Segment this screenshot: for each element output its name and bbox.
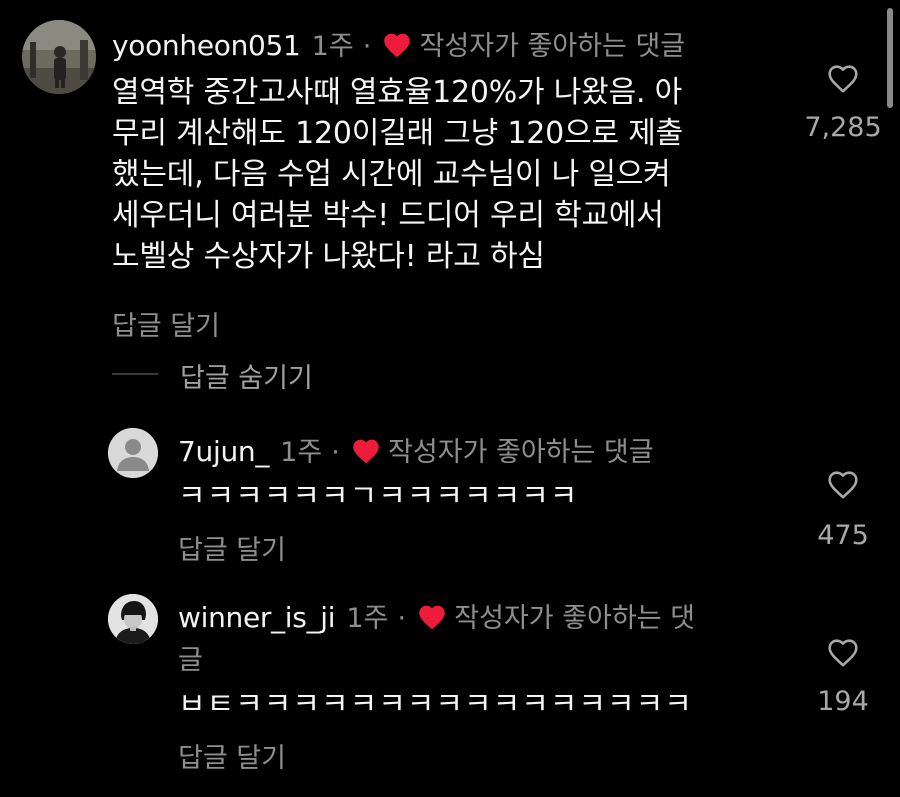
reply-username[interactable]: 7ujun_	[178, 435, 269, 468]
comment-text: 열역학 중간고사때 열효율120%가 나왔음. 아 무리 계산해도 120이길래…	[112, 75, 684, 274]
scrollbar[interactable]	[887, 8, 893, 108]
reply-text: ㅂㅌㅋㅋㅋㅋㅋㅋㅋㅋㅋㅋㅋㅋㅋㅋㅋㅋ	[178, 687, 693, 722]
reply-button[interactable]: 답글 달기	[178, 528, 286, 567]
reply-age: 1주	[346, 603, 389, 634]
author-liked-badge: 작성자가 좋아하는 댓글	[388, 437, 654, 468]
replies-divider	[112, 373, 158, 375]
meta-separator: ·	[397, 603, 407, 634]
meta-separator: ·	[331, 437, 340, 468]
heart-filled-icon	[351, 437, 381, 468]
heart-outline-icon[interactable]	[826, 468, 860, 500]
heart-outline-icon[interactable]	[826, 62, 860, 94]
heart-filled-icon	[417, 603, 447, 634]
like-count: 7,285	[804, 112, 882, 143]
comment-username[interactable]: yoonheon051	[112, 29, 301, 62]
like-count: 475	[817, 520, 869, 551]
like-count: 194	[817, 686, 869, 717]
avatar-7ujun_[interactable]	[108, 428, 158, 478]
author-liked-badge-wrap: 글	[178, 645, 203, 676]
reply-header: 7ujun_ 1주 · 작성자가 좋아하는 댓글	[178, 430, 654, 468]
reply-text: ㅋㅋㅋㅋㅋㅋㄱㅋㅋㅋㅋㅋㅋㅋ	[178, 479, 579, 514]
author-liked-badge: 작성자가 좋아하는 댓글	[419, 31, 686, 62]
avatar-yoonheon051[interactable]	[22, 20, 96, 94]
reply-age: 1주	[280, 437, 323, 468]
author-liked-badge: 작성자가 좋아하는 댓	[454, 603, 695, 634]
reply-username[interactable]: winner_is_ji	[178, 601, 336, 634]
hide-replies-button[interactable]: 답글 숨기기	[180, 356, 313, 395]
reply-button[interactable]: 답글 달기	[178, 736, 286, 775]
meta-separator: ·	[362, 31, 372, 62]
comment-age: 1주	[311, 31, 354, 62]
reply-header: winner_is_ji 1주 · 작성자가 좋아하는 댓	[178, 596, 695, 635]
reply-button[interactable]: 답글 달기	[112, 304, 220, 343]
heart-outline-icon[interactable]	[826, 636, 860, 668]
heart-filled-icon	[382, 31, 412, 62]
avatar-winner_is_ji[interactable]	[108, 594, 158, 644]
comment-header: yoonheon051 1주 · 작성자가 좋아하는 댓글	[112, 24, 685, 62]
